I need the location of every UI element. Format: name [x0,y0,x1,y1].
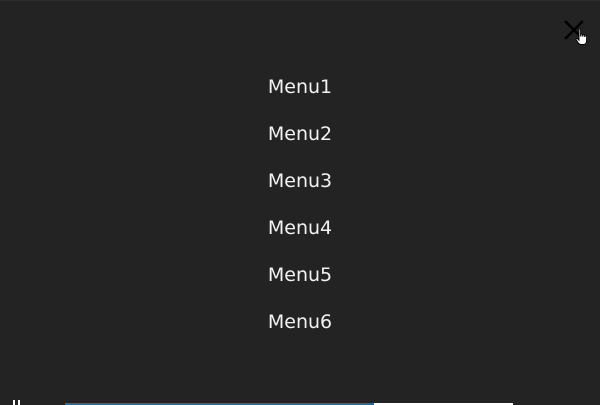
close-icon [564,20,584,40]
menu-item-3[interactable]: Menu3 [268,170,332,217]
volume-icon[interactable] [553,399,565,405]
menu-item-4[interactable]: Menu4 [268,217,332,264]
fullscreen-icon[interactable] [578,399,590,405]
menu-overlay: Menu1 Menu2 Menu3 Menu4 Menu5 Menu6 [0,0,600,405]
pause-icon[interactable] [13,400,21,405]
menu-item-2[interactable]: Menu2 [268,123,332,170]
close-button[interactable] [562,18,586,42]
menu-item-5[interactable]: Menu5 [268,264,332,311]
menu-list: Menu1 Menu2 Menu3 Menu4 Menu5 Menu6 [0,76,600,358]
menu-item-1[interactable]: Menu1 [268,76,332,123]
player-controls [0,398,600,405]
menu-item-6[interactable]: Menu6 [268,311,332,358]
